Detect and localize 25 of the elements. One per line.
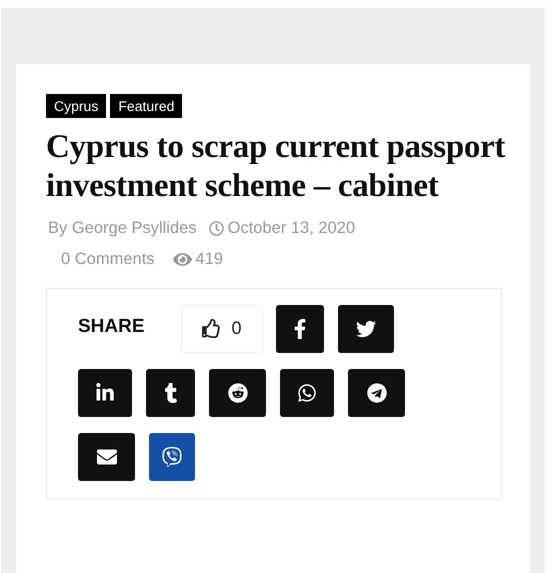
share-button[interactable]: [78, 432, 135, 480]
reddit-icon: [228, 382, 248, 402]
share-button[interactable]: [276, 304, 324, 352]
article-title: Cyprus to scrap current passport investment scheme – cabinet: [46, 128, 506, 206]
share-button[interactable]: [78, 368, 132, 416]
share-button[interactable]: [338, 304, 394, 352]
share-button[interactable]: [209, 368, 266, 416]
paper-plane-icon: [366, 382, 386, 402]
thumbs-up-icon: [202, 319, 222, 338]
whatsapp-icon: [297, 382, 317, 402]
share-button[interactable]: [280, 368, 334, 416]
category-tag[interactable]: Featured: [110, 94, 182, 118]
envelope-icon: [96, 446, 116, 466]
like-button[interactable]: 0: [181, 304, 263, 352]
share-button[interactable]: [348, 368, 405, 416]
view-count: 419: [196, 248, 224, 270]
share-button[interactable]: [146, 368, 195, 416]
linkedin-icon: [95, 382, 115, 402]
viber-icon: [162, 446, 182, 466]
post-date: October 13, 2020: [228, 218, 356, 239]
bird-icon: [356, 318, 376, 338]
clock-icon: [208, 220, 224, 236]
category-tag[interactable]: Cyprus: [46, 94, 106, 118]
share-label: SHARE: [78, 315, 146, 340]
share-button[interactable]: [149, 432, 195, 480]
